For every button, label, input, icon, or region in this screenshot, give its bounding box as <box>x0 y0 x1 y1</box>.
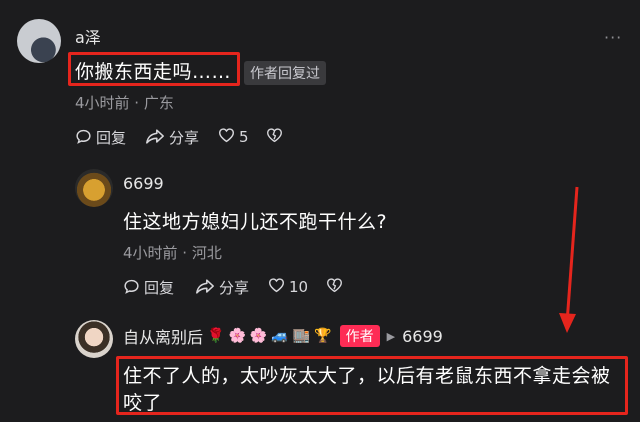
comment-text: 你搬东西走吗…… <box>75 61 232 83</box>
username[interactable]: 6699 <box>123 174 164 193</box>
reply-label: 回复 <box>144 279 175 297</box>
dislike-button[interactable] <box>326 277 343 296</box>
car-icon: 🚙 <box>271 328 289 344</box>
blossom-icon: 🌸 <box>249 328 268 344</box>
trophy-icon: 🏆 <box>314 328 332 344</box>
broken-heart-icon <box>326 277 343 296</box>
rose-icon: 🌹 <box>207 328 225 344</box>
reply-label: 回复 <box>96 129 127 147</box>
reply-text: 住这地方媳妇儿还不跑干什么? <box>123 211 388 233</box>
comment-bubble-icon <box>75 128 92 148</box>
red-arrow-annotation <box>559 186 579 333</box>
heart-icon <box>218 127 235 146</box>
blossom-icon: 🌸 <box>228 328 246 344</box>
avatar[interactable] <box>17 19 61 63</box>
reply-text-line2: 咬了 <box>123 392 163 414</box>
reply-to-user[interactable]: 6699 <box>402 327 443 346</box>
dislike-button[interactable] <box>266 127 283 146</box>
like-count: 10 <box>289 277 309 296</box>
like-count: 5 <box>239 127 249 146</box>
like-button[interactable]: 5 <box>218 127 249 146</box>
comment-bubble-icon <box>123 278 140 298</box>
author-badge: 作者 <box>339 325 380 347</box>
share-button[interactable]: 分享 <box>195 277 249 298</box>
heart-icon <box>268 277 285 296</box>
username[interactable]: 自从离别后 <box>123 324 203 348</box>
share-arrow-icon <box>145 128 165 148</box>
reply-button[interactable]: 回复 <box>75 127 126 148</box>
reply-arrow-icon: ▶ <box>386 329 396 343</box>
share-label: 分享 <box>169 129 200 147</box>
reply-header: 自从离别后 🌹 🌸 🌸 🚙 🏬 🏆 作者 ▶ 6699 <box>123 324 443 348</box>
share-button[interactable]: 分享 <box>145 127 199 148</box>
author-replied-tag: 作者回复过 <box>244 61 326 85</box>
building-icon: 🏬 <box>292 328 311 344</box>
reply-meta: 4小时前 · 河北 <box>123 244 222 262</box>
share-arrow-icon <box>195 278 215 298</box>
like-button[interactable]: 10 <box>268 277 308 296</box>
more-options-icon[interactable]: ··· <box>604 28 622 47</box>
comment-meta: 4小时前 · 广东 <box>75 94 174 112</box>
reply-text-line1: 住不了人的，太吵灰太大了，以后有老鼠东西不拿走会被 <box>123 365 611 387</box>
reply-button[interactable]: 回复 <box>123 277 174 298</box>
share-label: 分享 <box>219 279 250 297</box>
avatar[interactable] <box>75 169 113 207</box>
username[interactable]: a泽 <box>75 24 101 48</box>
broken-heart-icon <box>266 127 283 146</box>
avatar[interactable] <box>75 320 113 358</box>
